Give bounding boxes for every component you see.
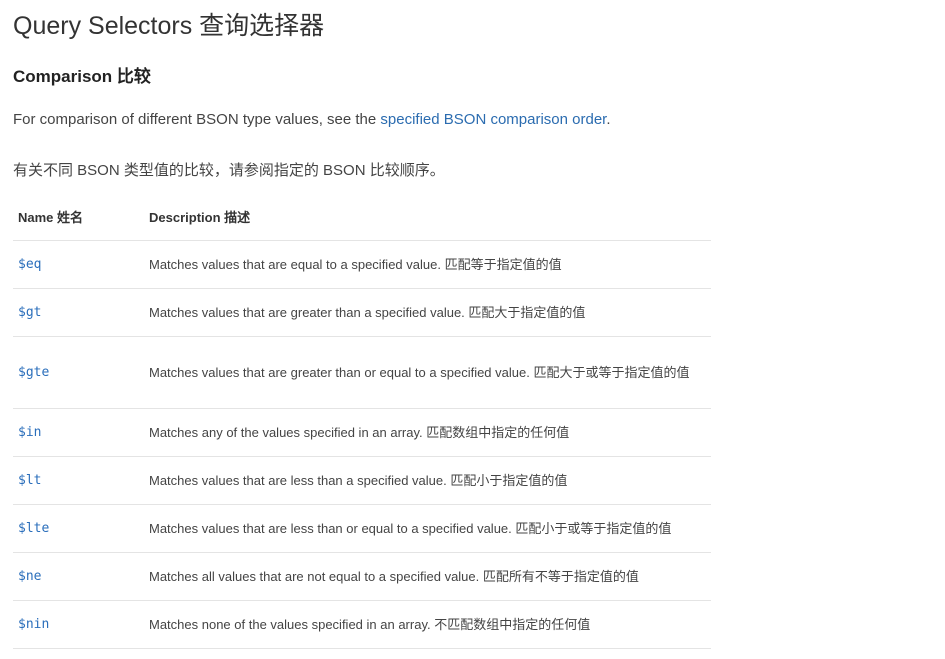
intro-paragraph-zh: 有关不同 BSON 类型值的比较，请参阅指定的 BSON 比较顺序。 [13,162,445,179]
operator-in-link[interactable]: $in [18,425,41,440]
operator-cell: $ne [13,552,139,601]
intro-paragraph-en: For comparison of different BSON type va… [13,111,611,128]
intro-text-en-end: . [606,111,611,128]
description-cell: Matches any of the values specified in a… [139,408,711,457]
column-header-name: Name 姓名 [13,193,139,241]
operator-cell: $nin [13,600,139,649]
description-cell: Matches all values that are not equal to… [139,552,711,601]
description-cell: Matches values that are greater than or … [139,336,711,409]
operator-lt-link[interactable]: $lt [18,473,41,488]
table-row: $ne Matches all values that are not equa… [13,552,711,601]
operator-cell: $lte [13,504,139,553]
description-cell: Matches values that are less than or equ… [139,504,711,553]
page-title: Query Selectors 查询选择器 [13,12,325,40]
description-cell: Matches none of the values specified in … [139,600,711,649]
operator-gt-link[interactable]: $gt [18,305,41,320]
table-row: $nin Matches none of the values specifie… [13,600,711,649]
operator-cell: $eq [13,240,139,289]
comparison-operators-table: Name 姓名 Description 描述 $eq Matches value… [13,193,711,649]
table-row: $gt Matches values that are greater than… [13,288,711,337]
table-row: $lt Matches values that are less than a … [13,456,711,505]
table-row: $lte Matches values that are less than o… [13,504,711,553]
operator-eq-link[interactable]: $eq [18,257,41,272]
operator-cell: $gte [13,336,139,409]
table-row: $in Matches any of the values specified … [13,408,711,457]
table-row: $eq Matches values that are equal to a s… [13,240,711,289]
operator-cell: $in [13,408,139,457]
description-cell: Matches values that are equal to a speci… [139,240,711,289]
operator-lte-link[interactable]: $lte [18,521,49,536]
section-title: Comparison 比较 [13,67,151,86]
table-header-row: Name 姓名 Description 描述 [13,193,711,241]
bson-comparison-order-link[interactable]: specified BSON comparison order [380,111,606,128]
description-cell: Matches values that are less than a spec… [139,456,711,505]
table-row: $gte Matches values that are greater tha… [13,336,711,409]
description-cell: Matches values that are greater than a s… [139,288,711,337]
operator-ne-link[interactable]: $ne [18,569,41,584]
column-header-description: Description 描述 [139,193,711,241]
intro-text-en: For comparison of different BSON type va… [13,111,381,128]
operator-gte-link[interactable]: $gte [18,365,49,380]
operator-nin-link[interactable]: $nin [18,617,49,632]
operator-cell: $lt [13,456,139,505]
operator-cell: $gt [13,288,139,337]
